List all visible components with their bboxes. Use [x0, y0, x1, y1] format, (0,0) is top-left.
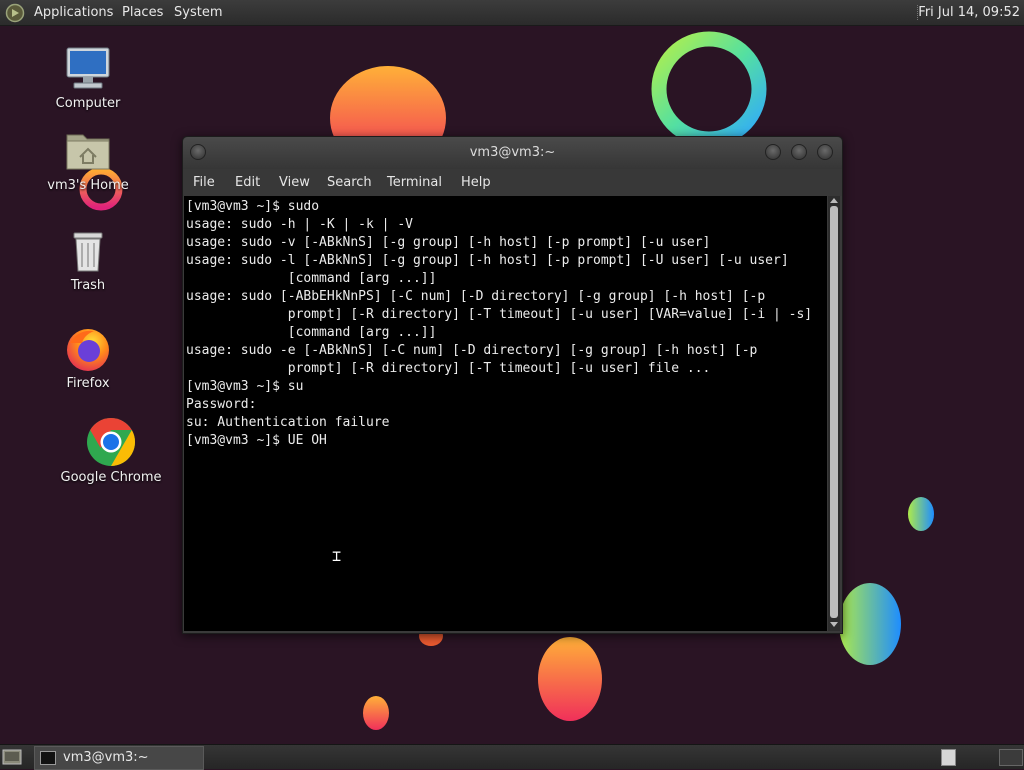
applications-menu[interactable]: Applications — [34, 0, 113, 25]
terminal-line: [vm3@vm3 ~]$ su — [186, 379, 304, 394]
workspace-switcher-1[interactable] — [941, 749, 956, 766]
terminal-line: prompt] [-R directory] [-T timeout] [-u … — [287, 307, 813, 322]
i-beam-cursor-icon: ⌶ — [332, 547, 342, 565]
desktop-icon-label: Firefox — [66, 376, 110, 391]
terminal-line: usage: sudo -e [-ABkNnS] [-C num] [-D di… — [186, 343, 758, 358]
desktop-icon-label: vm3's Home — [47, 178, 129, 193]
menu-help[interactable]: Help — [461, 169, 491, 196]
taskbar-item-terminal[interactable]: vm3@vm3:~ — [34, 746, 204, 770]
computer-icon — [66, 47, 110, 89]
terminal-line: usage: sudo -h | -K | -k | -V — [186, 217, 413, 232]
terminal-line: Password: — [186, 397, 257, 412]
desktop-icon-trash[interactable]: Trash — [33, 227, 143, 293]
window-title: vm3@vm3:~ — [469, 145, 556, 160]
terminal-window[interactable]: vm3@vm3:~ File Edit View Search Terminal… — [182, 136, 843, 634]
workspace-switcher-2[interactable] — [999, 749, 1023, 766]
terminal-icon — [40, 751, 56, 765]
close-button[interactable] — [817, 144, 833, 160]
terminal-line: usage: sudo [-ABbEHkNnPS] [-C num] [-D d… — [186, 289, 766, 304]
firefox-icon — [67, 329, 109, 371]
desktop-icon-computer[interactable]: Computer — [33, 45, 143, 111]
scroll-up-arrow-icon[interactable] — [830, 198, 838, 203]
trash-icon — [73, 232, 103, 272]
desktop-icon-label: Google Chrome — [60, 470, 162, 485]
maximize-button[interactable] — [791, 144, 807, 160]
home-folder-icon — [66, 134, 110, 170]
menu-terminal[interactable]: Terminal — [387, 169, 442, 196]
terminal-line: [vm3@vm3 ~]$ sudo — [186, 199, 320, 214]
desktop-icon-label: Computer — [55, 96, 121, 111]
show-desktop-icon[interactable] — [2, 748, 22, 766]
menu-file[interactable]: File — [193, 169, 215, 196]
terminal-line: usage: sudo -l [-ABkNnS] [-g group] [-h … — [186, 253, 789, 268]
chrome-icon — [87, 418, 136, 466]
desktop-icon-firefox[interactable]: Firefox — [33, 325, 143, 391]
taskbar-item-label: vm3@vm3:~ — [63, 750, 149, 765]
terminal-screen[interactable]: [vm3@vm3 ~]$ sudo usage: sudo -h | -K | … — [184, 196, 827, 631]
terminal-line: usage: sudo -v [-ABkNnS] [-g group] [-h … — [186, 235, 711, 250]
top-panel: Applications Places System Fri Jul 14, 0… — [0, 0, 1024, 26]
terminal-line: prompt] [-R directory] [-T timeout] [-u … — [287, 361, 711, 376]
desktop-icon-home[interactable]: vm3's Home — [33, 127, 143, 193]
desktop-icon-google-chrome[interactable]: Google Chrome — [56, 417, 166, 485]
terminal-line: su: Authentication failure — [186, 415, 390, 430]
mate-logo-icon[interactable] — [5, 3, 25, 23]
wallpaper-blue-blob — [839, 583, 901, 665]
scroll-down-arrow-icon[interactable] — [830, 622, 838, 627]
clock[interactable]: Fri Jul 14, 09:52 — [918, 0, 1020, 25]
wallpaper-orange-dot — [363, 696, 389, 730]
terminal-scrollbar[interactable] — [828, 196, 840, 631]
window-titlebar[interactable]: vm3@vm3:~ — [183, 137, 842, 169]
terminal-output: [vm3@vm3 ~]$ sudo usage: sudo -h | -K | … — [186, 198, 812, 450]
wallpaper-blue-dot-small — [908, 497, 934, 531]
menu-search[interactable]: Search — [327, 169, 372, 196]
terminal-line: [vm3@vm3 ~]$ UE OH — [186, 433, 327, 448]
scrollbar-thumb[interactable] — [830, 206, 838, 618]
places-menu[interactable]: Places — [122, 0, 163, 25]
terminal-menubar: File Edit View Search Terminal Help — [183, 169, 842, 196]
system-menu[interactable]: System — [174, 0, 222, 25]
minimize-button[interactable] — [765, 144, 781, 160]
desktop-icon-label: Trash — [70, 278, 106, 293]
menu-edit[interactable]: Edit — [235, 169, 260, 196]
wallpaper-orange-blob-bottom — [538, 637, 602, 721]
terminal-line: [command [arg ...]] — [287, 325, 437, 340]
menu-view[interactable]: View — [279, 169, 310, 196]
terminal-line: [command [arg ...]] — [287, 271, 437, 286]
bottom-panel: vm3@vm3:~ — [0, 744, 1024, 770]
